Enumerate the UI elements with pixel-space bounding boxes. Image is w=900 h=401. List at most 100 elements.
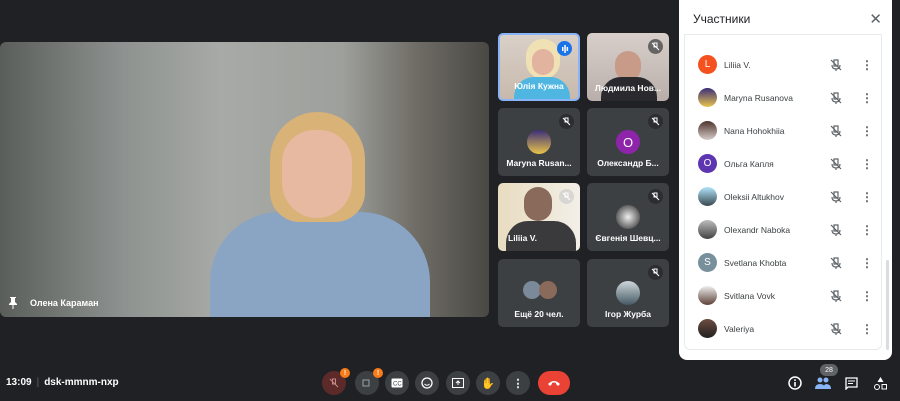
mic-button[interactable]: ! xyxy=(322,368,350,395)
avatar xyxy=(698,187,717,206)
avatar xyxy=(616,205,640,229)
participant-row[interactable]: Maryna Rusanova ⋮ xyxy=(685,81,881,114)
emoji-icon xyxy=(421,377,433,389)
tile-name: Євгенія Шевц... xyxy=(595,233,661,243)
mic-off-icon xyxy=(648,265,663,280)
speaking-indicator-icon xyxy=(557,41,572,56)
people-icon xyxy=(815,377,831,389)
hand-icon: ✋ xyxy=(481,377,495,390)
participants-panel: Участники ✕ L Liliia V. ⋮ Maryna Rusanov… xyxy=(679,0,892,360)
participants-list[interactable]: L Liliia V. ⋮ Maryna Rusanova ⋮ Nana Hoh… xyxy=(684,34,882,350)
mic-off-icon[interactable] xyxy=(829,58,843,72)
close-icon[interactable]: ✕ xyxy=(869,10,882,28)
captions-icon: CC xyxy=(391,378,403,388)
mic-off-icon[interactable] xyxy=(829,256,843,270)
mic-off-icon[interactable] xyxy=(829,91,843,105)
tile-speaking[interactable]: Юлія Кужна xyxy=(498,33,580,101)
avatar: S xyxy=(698,253,717,272)
mic-off-icon[interactable] xyxy=(829,322,843,336)
mic-off-icon xyxy=(559,189,574,204)
mic-off-icon[interactable] xyxy=(829,124,843,138)
more-vert-icon[interactable]: ⋮ xyxy=(861,58,873,72)
participant-name: Liliia V. xyxy=(724,59,751,70)
tile-name: Liliia V. xyxy=(508,233,537,243)
more-vert-icon[interactable]: ⋮ xyxy=(861,322,873,336)
avatar: О xyxy=(698,154,717,173)
participant-name: Ольга Капля xyxy=(724,158,774,169)
present-button[interactable] xyxy=(446,371,470,395)
speaker-video xyxy=(210,102,430,317)
avatar xyxy=(527,130,551,154)
participant-row[interactable]: Nana Hohokhiia ⋮ xyxy=(685,114,881,147)
chat-icon xyxy=(844,376,858,390)
more-vert-icon[interactable]: ⋮ xyxy=(861,91,873,105)
tile-name: Олександр Б... xyxy=(597,158,659,168)
more-vert-icon[interactable]: ⋮ xyxy=(861,289,873,303)
participant-row[interactable]: О Ольга Капля ⋮ xyxy=(685,147,881,180)
activities-button[interactable] xyxy=(871,374,889,392)
mic-off-icon xyxy=(648,39,663,54)
participant-name: Svetlana Khobta xyxy=(724,257,787,268)
mic-off-icon[interactable] xyxy=(829,157,843,171)
more-vert-icon[interactable]: ⋮ xyxy=(861,256,873,270)
avatar xyxy=(698,319,717,338)
participant-row[interactable]: Olexandr Naboka ⋮ xyxy=(685,213,881,246)
tile-name: Людмила Нов... xyxy=(594,83,662,93)
more-participants-tile[interactable]: Ещё 20 чел. xyxy=(498,259,580,327)
avatar xyxy=(539,281,557,299)
more-vert-icon: ⋮ xyxy=(512,377,524,390)
clock: 13:09 xyxy=(6,377,32,388)
captions-button[interactable]: CC xyxy=(385,371,409,395)
panel-title: Участники xyxy=(693,12,751,26)
tile[interactable]: О Олександр Б... xyxy=(587,108,669,176)
participants-button[interactable] xyxy=(814,374,832,392)
more-vert-icon[interactable]: ⋮ xyxy=(861,124,873,138)
pin-icon[interactable] xyxy=(8,297,18,309)
mic-off-icon xyxy=(559,114,574,129)
more-vert-icon[interactable]: ⋮ xyxy=(861,223,873,237)
tile-name: Ігор Журба xyxy=(604,309,651,319)
svg-text:CC: CC xyxy=(393,382,402,388)
warning-badge: ! xyxy=(340,368,350,378)
participant-row[interactable]: Valeriya ⋮ xyxy=(685,312,881,345)
avatar xyxy=(698,88,717,107)
main-video[interactable]: Олена Караман xyxy=(0,42,489,317)
tile[interactable]: Людмила Нов... xyxy=(587,33,669,101)
tile[interactable]: Ігор Журба xyxy=(587,259,669,327)
tile-name: Юлія Кужна xyxy=(514,81,564,91)
more-vert-icon[interactable]: ⋮ xyxy=(861,190,873,204)
meeting-info-button[interactable] xyxy=(786,374,804,392)
meeting-code: dsk-mmnm-nxp xyxy=(44,377,119,388)
tile[interactable]: Liliia V. xyxy=(498,183,580,251)
participant-row[interactable]: Oleksii Altukhov ⋮ xyxy=(685,180,881,213)
mic-off-icon xyxy=(329,378,339,388)
participant-row[interactable]: L Liliia V. ⋮ xyxy=(685,48,881,81)
end-call-button[interactable] xyxy=(538,371,570,395)
present-screen-icon xyxy=(452,378,464,388)
tile[interactable]: Євгенія Шевц... xyxy=(587,183,669,251)
tile-name: Maryna Rusan... xyxy=(506,158,572,168)
emoji-button[interactable] xyxy=(415,371,439,395)
avatar xyxy=(698,121,717,140)
bottom-toolbar: 13:09 | dsk-mmnm-nxp ! ! CC ✋ ⋮ 28 xyxy=(0,364,900,401)
more-options-button[interactable]: ⋮ xyxy=(506,371,530,395)
mic-off-icon xyxy=(648,114,663,129)
camera-button[interactable]: ! xyxy=(355,368,383,395)
raise-hand-button[interactable]: ✋ xyxy=(476,371,500,395)
mic-off-icon[interactable] xyxy=(829,289,843,303)
avatar xyxy=(698,286,717,305)
shapes-icon xyxy=(873,376,887,390)
chat-button[interactable] xyxy=(842,374,860,392)
more-vert-icon[interactable]: ⋮ xyxy=(861,157,873,171)
avatar: О xyxy=(616,130,640,154)
phone-hangup-icon xyxy=(548,381,560,386)
tile[interactable]: Maryna Rusan... xyxy=(498,108,580,176)
mic-off-icon[interactable] xyxy=(829,190,843,204)
mic-off-icon[interactable] xyxy=(829,223,843,237)
participant-row[interactable]: S Svetlana Khobta ⋮ xyxy=(685,246,881,279)
mic-off-icon xyxy=(648,189,663,204)
scrollbar[interactable] xyxy=(886,260,889,350)
participant-row[interactable]: Svitlana Vovk ⋮ xyxy=(685,279,881,312)
participant-name: Svitlana Vovk xyxy=(724,290,776,301)
avatar: L xyxy=(698,55,717,74)
